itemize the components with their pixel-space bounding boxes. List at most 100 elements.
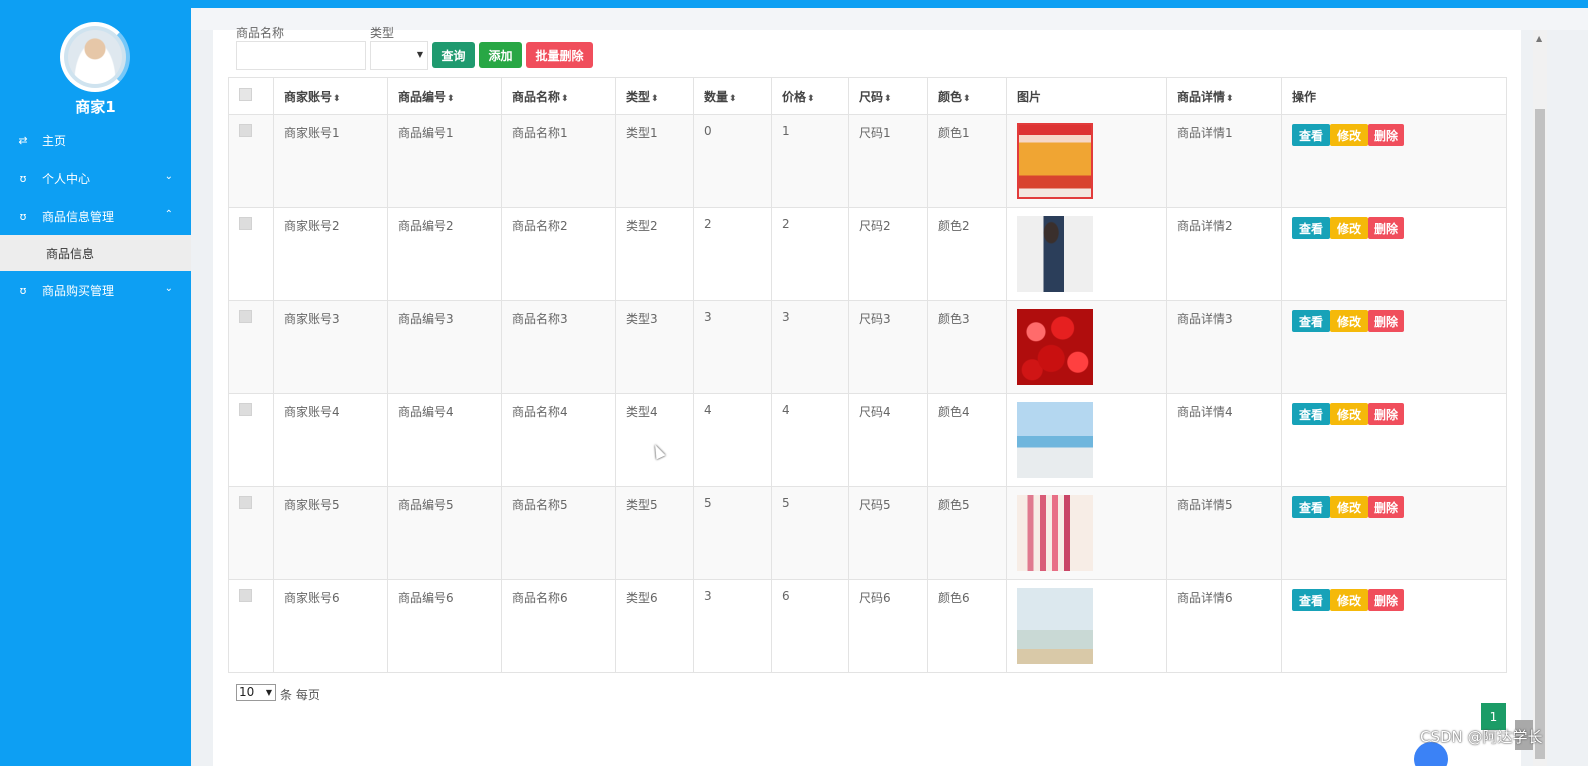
view-button[interactable]: 查看 bbox=[1292, 403, 1330, 425]
cell-type: 类型5 bbox=[615, 486, 694, 580]
view-button[interactable]: 查看 bbox=[1292, 496, 1330, 518]
cherries-image bbox=[1017, 309, 1093, 385]
row-select-cell[interactable] bbox=[228, 114, 274, 208]
cell-price: 3 bbox=[771, 300, 849, 394]
goods-name-input[interactable] bbox=[236, 41, 366, 70]
cell-name: 商品名称1 bbox=[501, 114, 616, 208]
sort-icon: ⬍ bbox=[333, 93, 341, 104]
row-select-cell[interactable] bbox=[228, 393, 274, 487]
scrollbar-thumb[interactable] bbox=[1535, 109, 1545, 759]
edit-button[interactable]: 修改 bbox=[1330, 124, 1368, 146]
cell-color: 颜色4 bbox=[927, 393, 1007, 487]
header-name[interactable]: 商品名称⬍ bbox=[501, 77, 616, 115]
sidebar-menu: ⇄ 主页 ʊ 个人中心 ⌄ ʊ 商品信息管理 ⌃ 商品信息 ʊ 商品购买管理 ⌄ bbox=[0, 121, 191, 309]
cell-code: 商品编号4 bbox=[387, 393, 502, 487]
header-type[interactable]: 类型⬍ bbox=[615, 77, 694, 115]
cell-account: 商家账号3 bbox=[273, 300, 388, 394]
add-button[interactable]: 添加 bbox=[479, 42, 522, 68]
cell-name: 商品名称6 bbox=[501, 579, 616, 673]
row-select-cell[interactable] bbox=[228, 207, 274, 301]
edit-button[interactable]: 修改 bbox=[1330, 589, 1368, 611]
delete-button[interactable]: 删除 bbox=[1368, 496, 1404, 518]
edit-button[interactable]: 修改 bbox=[1330, 496, 1368, 518]
avatar[interactable] bbox=[60, 22, 130, 92]
header-account[interactable]: 商家账号⬍ bbox=[273, 77, 388, 115]
sidebar-item-purchase-management[interactable]: ʊ 商品购买管理 ⌄ bbox=[0, 271, 191, 309]
vertical-scrollbar[interactable]: ▲ bbox=[1533, 30, 1547, 766]
cell-code: 商品编号6 bbox=[387, 579, 502, 673]
table-row: 商家账号2 商品编号2 商品名称2 类型2 2 2 尺码2 颜色2 商品详情2 查看 修改 删除 bbox=[228, 207, 1507, 301]
cell-name: 商品名称3 bbox=[501, 300, 616, 394]
cell-name: 商品名称2 bbox=[501, 207, 616, 301]
cell-name: 商品名称4 bbox=[501, 393, 616, 487]
row-checkbox[interactable] bbox=[239, 589, 252, 602]
header-select-all[interactable] bbox=[228, 77, 274, 115]
cell-image bbox=[1006, 300, 1167, 394]
row-checkbox[interactable] bbox=[239, 403, 252, 416]
header-color[interactable]: 颜色⬍ bbox=[927, 77, 1007, 115]
delete-button[interactable]: 删除 bbox=[1368, 310, 1404, 332]
sidebar-item-goods-management[interactable]: ʊ 商品信息管理 ⌃ bbox=[0, 197, 191, 235]
cell-account: 商家账号4 bbox=[273, 393, 388, 487]
edit-button[interactable]: 修改 bbox=[1330, 217, 1368, 239]
header-size[interactable]: 尺码⬍ bbox=[848, 77, 928, 115]
delete-button[interactable]: 删除 bbox=[1368, 217, 1404, 239]
row-select-cell[interactable] bbox=[228, 579, 274, 673]
cell-account: 商家账号5 bbox=[273, 486, 388, 580]
delete-button[interactable]: 删除 bbox=[1368, 589, 1404, 611]
dropdown-arrow-icon: ▼ bbox=[416, 50, 423, 59]
cell-size: 尺码3 bbox=[848, 300, 928, 394]
cell-type: 类型4 bbox=[615, 393, 694, 487]
cell-code: 商品编号2 bbox=[387, 207, 502, 301]
batch-delete-button[interactable]: 批量删除 bbox=[526, 42, 593, 68]
page-size-select[interactable]: 10 ▼ bbox=[236, 684, 276, 701]
cell-detail: 商品详情1 bbox=[1166, 114, 1282, 208]
goods-table: 商家账号⬍ 商品编号⬍ 商品名称⬍ 类型⬍ 数量⬍ 价格⬍ 尺码⬍ 颜色⬍ 图片… bbox=[228, 77, 1507, 673]
cell-qty: 3 bbox=[693, 300, 772, 394]
query-button[interactable]: 查询 bbox=[432, 42, 475, 68]
delete-button[interactable]: 删除 bbox=[1368, 124, 1404, 146]
table-row: 商家账号6 商品编号6 商品名称6 类型6 3 6 尺码6 颜色6 商品详情6 查看 修改 删除 bbox=[228, 579, 1507, 673]
sort-icon: ⬍ bbox=[729, 93, 737, 104]
cell-image bbox=[1006, 579, 1167, 673]
row-checkbox[interactable] bbox=[239, 310, 252, 323]
header-price[interactable]: 价格⬍ bbox=[771, 77, 849, 115]
row-checkbox[interactable] bbox=[239, 124, 252, 137]
header-code[interactable]: 商品编号⬍ bbox=[387, 77, 502, 115]
scroll-up-icon[interactable]: ▲ bbox=[1536, 34, 1542, 43]
row-checkbox[interactable] bbox=[239, 217, 252, 230]
view-button[interactable]: 查看 bbox=[1292, 124, 1330, 146]
cell-color: 颜色2 bbox=[927, 207, 1007, 301]
cell-qty: 0 bbox=[693, 114, 772, 208]
header-qty[interactable]: 数量⬍ bbox=[693, 77, 772, 115]
sort-icon: ⬍ bbox=[963, 93, 971, 104]
sidebar-item-label: 商品购买管理 bbox=[42, 283, 115, 298]
edit-button[interactable]: 修改 bbox=[1330, 310, 1368, 332]
sidebar-item-personal-center[interactable]: ʊ 个人中心 ⌄ bbox=[0, 159, 191, 197]
beach-dress-image bbox=[1017, 402, 1093, 478]
cell-type: 类型6 bbox=[615, 579, 694, 673]
cell-type: 类型2 bbox=[615, 207, 694, 301]
sort-icon: ⬍ bbox=[884, 93, 892, 104]
table-header-row: 商家账号⬍ 商品编号⬍ 商品名称⬍ 类型⬍ 数量⬍ 价格⬍ 尺码⬍ 颜色⬍ 图片… bbox=[228, 77, 1507, 115]
sidebar-item-home[interactable]: ⇄ 主页 bbox=[0, 121, 191, 159]
row-select-cell[interactable] bbox=[228, 300, 274, 394]
row-checkbox[interactable] bbox=[239, 496, 252, 509]
header-actions: 操作 bbox=[1281, 77, 1507, 115]
view-button[interactable]: 查看 bbox=[1292, 589, 1330, 611]
sort-icon: ⬍ bbox=[651, 93, 659, 104]
cell-account: 商家账号1 bbox=[273, 114, 388, 208]
cell-size: 尺码5 bbox=[848, 486, 928, 580]
select-all-checkbox[interactable] bbox=[239, 88, 252, 101]
delete-button[interactable]: 删除 bbox=[1368, 403, 1404, 425]
view-button[interactable]: 查看 bbox=[1292, 310, 1330, 332]
header-detail[interactable]: 商品详情⬍ bbox=[1166, 77, 1282, 115]
cell-code: 商品编号3 bbox=[387, 300, 502, 394]
edit-button[interactable]: 修改 bbox=[1330, 403, 1368, 425]
row-select-cell[interactable] bbox=[228, 486, 274, 580]
type-select[interactable]: ▼ bbox=[370, 41, 428, 70]
cell-size: 尺码4 bbox=[848, 393, 928, 487]
sidebar-subitem-goods-info[interactable]: 商品信息 bbox=[0, 235, 191, 271]
view-button[interactable]: 查看 bbox=[1292, 217, 1330, 239]
cell-account: 商家账号2 bbox=[273, 207, 388, 301]
